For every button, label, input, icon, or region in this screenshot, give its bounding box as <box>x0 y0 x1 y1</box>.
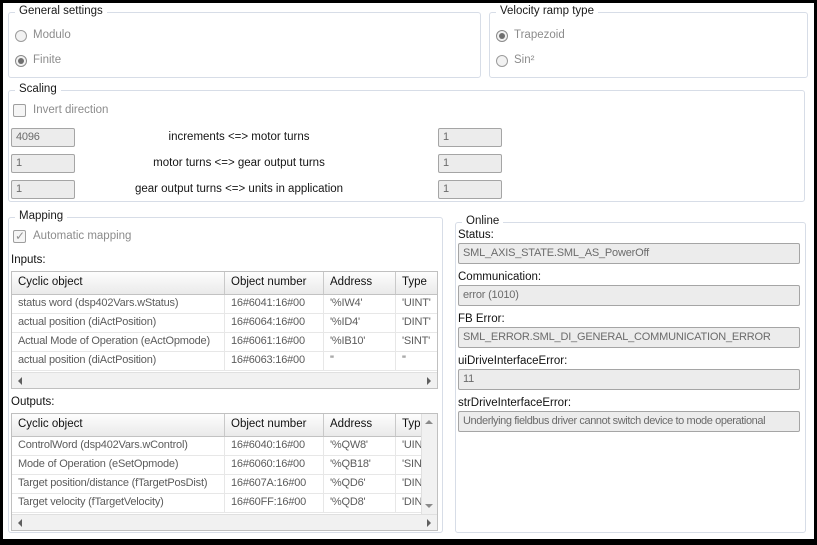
column-header-cyclic-object[interactable]: Cyclic object <box>12 414 225 436</box>
status-value-field[interactable]: SML_AXIS_STATE.SML_AS_PowerOff <box>458 243 800 264</box>
automatic-mapping-label[interactable]: Automatic mapping <box>33 230 131 242</box>
scroll-down-icon[interactable] <box>425 504 433 508</box>
increments-motor-turns-label: increments <=> motor turns <box>39 131 439 143</box>
sin2-radio[interactable] <box>496 55 508 67</box>
cell-cyclic-object: Mode of Operation (eSetOpmode) <box>12 456 225 474</box>
velocity-ramp-type-title: Velocity ramp type <box>496 5 598 17</box>
motor-turns-input[interactable]: 1 <box>438 128 502 147</box>
table-row[interactable]: status word (dsp402Vars.wStatus) 16#6041… <box>12 295 437 314</box>
modulo-radio-label[interactable]: Modulo <box>33 29 71 41</box>
ui-drive-interface-error-label: uiDriveInterfaceError: <box>458 355 567 367</box>
inputs-table: Cyclic object Object number Address Type… <box>11 271 438 389</box>
mapping-group: Mapping Automatic mapping Inputs: Cyclic… <box>8 217 443 533</box>
softmotion-drive-config-page: General settings Modulo Finite Velocity … <box>0 0 817 545</box>
cell-object-number: 16#60FF:16#00 <box>225 494 324 512</box>
table-row[interactable]: actual position (diActPosition) 16#6064:… <box>12 314 437 333</box>
cell-cyclic-object: Target velocity (fTargetVelocity) <box>12 494 225 512</box>
scroll-left-icon[interactable] <box>18 519 22 527</box>
cell-cyclic-object: ControlWord (dsp402Vars.wControl) <box>12 437 225 455</box>
cell-cyclic-object: Target position/distance (fTargetPosDist… <box>12 475 225 493</box>
cell-address: '%IB10' <box>324 333 396 351</box>
column-header-address[interactable]: Address <box>324 272 396 294</box>
fb-error-label: FB Error: <box>458 313 505 325</box>
finite-radio[interactable] <box>15 55 27 67</box>
cell-object-number: 16#607A:16#00 <box>225 475 324 493</box>
table-row[interactable]: Mode of Operation (eSetOpmode) 16#6060:1… <box>12 456 437 475</box>
table-row[interactable]: Target position/distance (fTargetPosDist… <box>12 475 437 494</box>
invert-direction-label[interactable]: Invert direction <box>33 104 108 116</box>
cell-cyclic-object: actual position (diActPosition) <box>12 352 225 370</box>
cell-address: '%QD6' <box>324 475 396 493</box>
cell-object-number: 16#6061:16#00 <box>225 333 324 351</box>
cell-address: '%ID4' <box>324 314 396 332</box>
communication-label: Communication: <box>458 271 541 283</box>
column-header-object-number[interactable]: Object number <box>225 414 324 436</box>
cell-cyclic-object: status word (dsp402Vars.wStatus) <box>12 295 225 313</box>
inputs-label: Inputs: <box>11 254 46 266</box>
modulo-radio[interactable] <box>15 30 27 42</box>
cell-type: '' <box>396 352 437 370</box>
invert-direction-checkbox[interactable] <box>13 104 26 117</box>
trapezoid-radio[interactable] <box>496 30 508 42</box>
column-header-cyclic-object[interactable]: Cyclic object <box>12 272 225 294</box>
cell-address: '%QD8' <box>324 494 396 512</box>
outputs-table: Cyclic object Object number Address Type… <box>11 413 438 531</box>
scaling-group: Scaling Invert direction 4096 increments… <box>8 90 805 202</box>
scroll-right-icon[interactable] <box>427 377 431 385</box>
velocity-ramp-type-group: Velocity ramp type Trapezoid Sin² <box>489 12 808 78</box>
automatic-mapping-checkbox[interactable] <box>13 230 26 243</box>
outputs-horizontal-scrollbar[interactable] <box>12 514 437 530</box>
online-group: Online Status: SML_AXIS_STATE.SML_AS_Pow… <box>455 222 806 533</box>
scroll-right-icon[interactable] <box>427 519 431 527</box>
outputs-label: Outputs: <box>11 396 54 408</box>
status-label: Status: <box>458 229 494 241</box>
cell-address: '' <box>324 352 396 370</box>
table-row[interactable]: ControlWord (dsp402Vars.wControl) 16#604… <box>12 437 437 456</box>
scaling-title: Scaling <box>15 83 61 95</box>
cell-address: '%QW8' <box>324 437 396 455</box>
mapping-title: Mapping <box>15 210 67 222</box>
cell-object-number: 16#6060:16#00 <box>225 456 324 474</box>
fb-error-value-field[interactable]: SML_ERROR.SML_DI_GENERAL_COMMUNICATION_E… <box>458 327 800 348</box>
finite-radio-label[interactable]: Finite <box>33 54 61 66</box>
inputs-table-header: Cyclic object Object number Address Type <box>12 272 437 295</box>
cell-cyclic-object: Actual Mode of Operation (eActOpmode) <box>12 333 225 351</box>
table-row[interactable]: actual position (diActPosition) 16#6063:… <box>12 352 437 371</box>
general-settings-group: General settings Modulo Finite <box>8 12 481 78</box>
communication-value-field[interactable]: error (1010) <box>458 285 800 306</box>
table-row[interactable]: Actual Mode of Operation (eActOpmode) 16… <box>12 333 437 352</box>
cell-object-number: 16#6064:16#00 <box>225 314 324 332</box>
cell-object-number: 16#6041:16#00 <box>225 295 324 313</box>
table-row[interactable]: Target velocity (fTargetVelocity) 16#60F… <box>12 494 437 513</box>
outputs-vertical-scrollbar[interactable] <box>421 414 437 514</box>
scroll-left-icon[interactable] <box>18 377 22 385</box>
column-header-type[interactable]: Type <box>396 272 437 294</box>
str-drive-interface-error-value-field[interactable]: Underlying fieldbus driver cannot switch… <box>458 411 800 432</box>
cell-type: 'UINT' <box>396 295 437 313</box>
sin2-radio-label[interactable]: Sin² <box>514 54 534 66</box>
ui-drive-interface-error-value-field[interactable]: 11 <box>458 369 800 390</box>
motor-gear-turns-label: motor turns <=> gear output turns <box>39 157 439 169</box>
general-settings-title: General settings <box>15 5 107 17</box>
cell-object-number: 16#6040:16#00 <box>225 437 324 455</box>
gear-units-label: gear output turns <=> units in applicati… <box>39 183 439 195</box>
outputs-table-header: Cyclic object Object number Address Type <box>12 414 437 437</box>
online-title: Online <box>462 215 503 227</box>
units-in-application-input[interactable]: 1 <box>438 180 502 199</box>
cell-address: '%IW4' <box>324 295 396 313</box>
trapezoid-radio-label[interactable]: Trapezoid <box>514 29 565 41</box>
cell-type: 'SINT' <box>396 333 437 351</box>
cell-address: '%QB18' <box>324 456 396 474</box>
inputs-horizontal-scrollbar[interactable] <box>12 372 437 388</box>
cell-type: 'DINT' <box>396 314 437 332</box>
cell-object-number: 16#6063:16#00 <box>225 352 324 370</box>
column-header-object-number[interactable]: Object number <box>225 272 324 294</box>
column-header-address[interactable]: Address <box>324 414 396 436</box>
scroll-up-icon[interactable] <box>425 420 433 424</box>
str-drive-interface-error-label: strDriveInterfaceError: <box>458 397 571 409</box>
gear-output-turns-input[interactable]: 1 <box>438 154 502 173</box>
cell-cyclic-object: actual position (diActPosition) <box>12 314 225 332</box>
